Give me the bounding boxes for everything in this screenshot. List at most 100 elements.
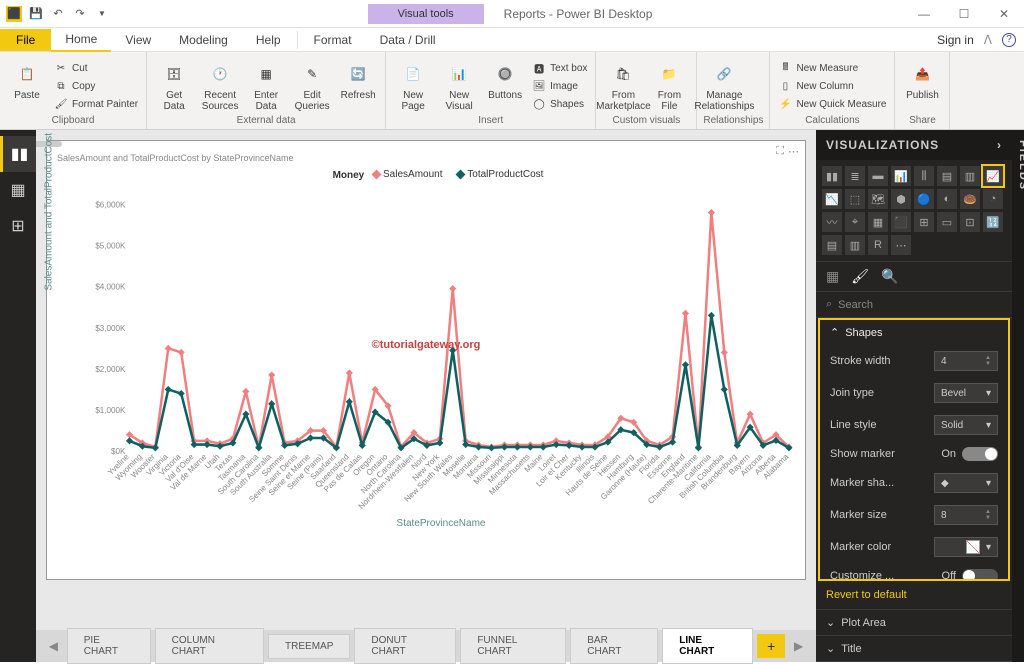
marker-shape-select[interactable]: ◆▾ xyxy=(934,473,998,493)
legend-salesamount[interactable]: SalesAmount xyxy=(373,169,442,180)
collapse-panel-icon[interactable]: › xyxy=(997,138,1002,152)
tab-prev[interactable]: ◀ xyxy=(44,639,63,653)
fields-tab[interactable]: ▦ xyxy=(826,268,839,285)
legend-totalproductcost[interactable]: TotalProductCost xyxy=(457,169,543,180)
new-measure-button[interactable]: 🖩New Measure xyxy=(776,60,888,76)
redo-icon[interactable]: ↷ xyxy=(72,6,88,22)
model-view-button[interactable]: ⊞ xyxy=(0,208,36,244)
tab-treemap[interactable]: TREEMAP xyxy=(268,634,350,659)
viz-type-7[interactable]: 📈 xyxy=(983,166,1003,186)
viz-type-22[interactable]: ⊡ xyxy=(960,212,980,232)
new-quick-measure-button[interactable]: ⚡New Quick Measure xyxy=(776,96,888,112)
from-marketplace-button[interactable]: 🛍From Marketplace xyxy=(602,56,644,112)
viz-type-27[interactable]: ⋯ xyxy=(891,235,911,255)
minimize-button[interactable]: ― xyxy=(904,0,944,28)
undo-icon[interactable]: ↶ xyxy=(50,6,66,22)
customize-toggle[interactable] xyxy=(962,569,998,581)
manage-relationships-button[interactable]: 🔗Manage Relationships xyxy=(703,56,745,112)
tab-line-chart[interactable]: LINE CHART xyxy=(662,628,753,664)
menu-file[interactable]: File xyxy=(0,29,51,51)
new-visual-button[interactable]: 📊New Visual xyxy=(438,56,480,112)
tab-donut-chart[interactable]: DONUT CHART xyxy=(354,628,456,664)
menu-format[interactable]: Format xyxy=(300,29,366,51)
image-button[interactable]: 🖼Image xyxy=(530,78,589,94)
publish-button[interactable]: 📤Publish xyxy=(901,56,943,101)
revert-to-default[interactable]: Revert to default xyxy=(816,581,1012,609)
viz-type-12[interactable]: 🔵 xyxy=(914,189,934,209)
viz-type-8[interactable]: 📉 xyxy=(822,189,842,209)
shapes-button[interactable]: ◯Shapes xyxy=(530,96,589,112)
viz-type-24[interactable]: ▤ xyxy=(822,235,842,255)
plot-area-section[interactable]: ⌄Plot Area xyxy=(816,609,1012,635)
line-style-select[interactable]: Solid▾ xyxy=(934,415,998,435)
new-page-button[interactable]: 📄New Page xyxy=(392,56,434,112)
tab-next[interactable]: ▶ xyxy=(789,639,808,653)
viz-type-20[interactable]: ⊞ xyxy=(914,212,934,232)
report-view-button[interactable]: ▮▮ xyxy=(0,136,36,172)
viz-type-18[interactable]: ▦ xyxy=(868,212,888,232)
cut-button[interactable]: ✂Cut xyxy=(52,60,140,76)
data-view-button[interactable]: ▦ xyxy=(0,172,36,208)
refresh-button[interactable]: 🔄Refresh xyxy=(337,56,379,101)
tab-bar-chart[interactable]: BAR CHART xyxy=(570,628,658,664)
menu-data-drill[interactable]: Data / Drill xyxy=(366,29,450,51)
focus-mode-icon[interactable]: ⛶ xyxy=(776,145,784,158)
show-marker-toggle[interactable] xyxy=(962,447,998,461)
new-column-button[interactable]: ▯New Column xyxy=(776,78,888,94)
save-icon[interactable]: 💾 xyxy=(28,6,44,22)
menu-help[interactable]: Help xyxy=(242,29,295,51)
viz-type-26[interactable]: R xyxy=(868,235,888,255)
close-button[interactable]: ✕ xyxy=(984,0,1024,28)
viz-type-17[interactable]: ⌖ xyxy=(845,212,865,232)
viz-type-14[interactable]: 🍩 xyxy=(960,189,980,209)
viz-type-0[interactable]: ▮▮ xyxy=(822,166,842,186)
viz-type-3[interactable]: 📊 xyxy=(891,166,911,186)
get-data-button[interactable]: 🗄Get Data xyxy=(153,56,195,112)
format-painter-button[interactable]: 🖌Format Painter xyxy=(52,96,140,112)
viz-type-15[interactable]: ◔ xyxy=(983,189,1003,209)
viz-type-4[interactable]: ⫼ xyxy=(914,166,934,186)
qat-dropdown-icon[interactable]: ▼ xyxy=(94,6,110,22)
menu-view[interactable]: View xyxy=(111,29,165,51)
join-type-select[interactable]: Bevel▾ xyxy=(934,383,998,403)
maximize-button[interactable]: ☐ xyxy=(944,0,984,28)
viz-type-23[interactable]: 🔢 xyxy=(983,212,1003,232)
menu-home[interactable]: Home xyxy=(51,28,111,52)
viz-type-6[interactable]: ▥ xyxy=(960,166,980,186)
copy-button[interactable]: ⧉Copy xyxy=(52,78,140,94)
viz-type-2[interactable]: ▬ xyxy=(868,166,888,186)
viz-type-25[interactable]: ▥ xyxy=(845,235,865,255)
viz-type-9[interactable]: ⬚ xyxy=(845,189,865,209)
title-section[interactable]: ⌄Title xyxy=(816,635,1012,662)
tab-pie-chart[interactable]: PIE CHART xyxy=(67,628,151,664)
viz-type-10[interactable]: 🗺 xyxy=(868,189,888,209)
viz-type-16[interactable]: 〰 xyxy=(822,212,842,232)
paste-button[interactable]: 📋Paste xyxy=(6,56,48,101)
viz-type-21[interactable]: ▭ xyxy=(937,212,957,232)
marker-color-select[interactable]: ▾ xyxy=(934,537,998,557)
help-icon[interactable]: ? xyxy=(1002,33,1016,47)
viz-type-13[interactable]: ◐ xyxy=(937,189,957,209)
from-file-button[interactable]: 📁From File xyxy=(648,56,690,112)
enter-data-button[interactable]: ▦Enter Data xyxy=(245,56,287,112)
tab-column-chart[interactable]: COLUMN CHART xyxy=(155,628,264,664)
tab-funnel-chart[interactable]: FUNNEL CHART xyxy=(460,628,566,664)
viz-type-5[interactable]: ▤ xyxy=(937,166,957,186)
format-tab[interactable]: 🖌 xyxy=(851,268,869,285)
add-page-button[interactable]: + xyxy=(757,634,785,658)
sign-in-link[interactable]: Sign in xyxy=(937,33,974,47)
collapse-ribbon-icon[interactable]: ᐱ xyxy=(984,33,992,47)
search-input[interactable]: Search xyxy=(838,299,873,311)
viz-type-19[interactable]: ⬛ xyxy=(891,212,911,232)
text-box-button[interactable]: 🅰Text box xyxy=(530,60,589,76)
marker-size-input[interactable]: 8▲▼ xyxy=(934,505,998,525)
recent-sources-button[interactable]: 🕐Recent Sources xyxy=(199,56,241,112)
shapes-section-header[interactable]: ⌃Shapes xyxy=(820,320,1008,345)
fields-panel-collapsed[interactable]: FIELDS xyxy=(1012,130,1024,662)
analytics-tab[interactable]: 🔍 xyxy=(881,268,898,285)
viz-type-11[interactable]: ⬢ xyxy=(891,189,911,209)
menu-modeling[interactable]: Modeling xyxy=(165,29,242,51)
viz-type-1[interactable]: ≣ xyxy=(845,166,865,186)
line-chart-visual[interactable]: ⛶ ⋯ SalesAmount and TotalProductCost by … xyxy=(46,140,806,580)
more-options-icon[interactable]: ⋯ xyxy=(788,145,799,158)
